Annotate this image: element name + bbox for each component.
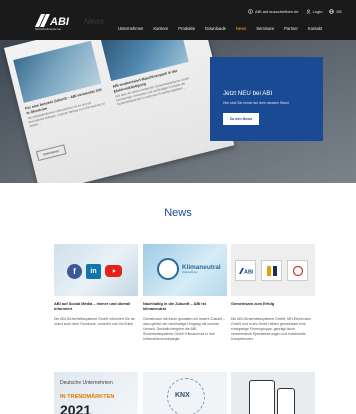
nav-item-seminare[interactable]: Seminare xyxy=(256,26,274,31)
m-tec-logo xyxy=(287,260,308,281)
svg-text:ABI: ABI xyxy=(244,269,253,274)
logo-subtitle: Sicherheitssysteme xyxy=(35,27,62,31)
hero-card-more-button: Weiterlesen xyxy=(35,144,67,162)
abi-logo-mark: ABI xyxy=(35,14,69,27)
promo-title: Jetzt NEU bei ABI xyxy=(223,90,273,97)
nav-item-unternehmen[interactable]: Unternehmen xyxy=(118,26,143,31)
svg-text:ABI: ABI xyxy=(49,16,69,27)
news-section-heading: News xyxy=(164,207,192,219)
partner-link[interactable]: ABI auf ausschreiben.de xyxy=(248,9,299,14)
award-line-2: IN TRENDMÄRKTEN xyxy=(60,394,115,400)
news-card-image[interactable]: ABI xyxy=(231,244,315,296)
nav-item-partner[interactable]: Partner xyxy=(284,26,298,31)
nav-item-downloads[interactable]: Downloads xyxy=(205,26,226,31)
user-icon xyxy=(306,9,311,14)
news-card-image[interactable]: KNX xyxy=(143,372,227,414)
linkedin-icon: in xyxy=(86,264,101,279)
top-utility-bar: ABI auf ausschreiben.de Login DE xyxy=(248,9,342,14)
tablet-device-icon xyxy=(249,380,275,414)
news-card-text: Gemeinsam mit Ihnen gestalten wir unsere… xyxy=(143,317,226,342)
globe-icon xyxy=(329,9,335,14)
main-navigation: Unternehmen Karriere Produkte Downloads … xyxy=(118,26,322,31)
mh-electronics-logo xyxy=(261,260,282,281)
abi-company-logo: ABI xyxy=(235,260,256,281)
company-logos-group: ABI xyxy=(235,260,308,281)
promo-subtitle: Hier sind Sie immer auf dem neusten Stan… xyxy=(223,101,290,105)
news-card-image[interactable]: Deutsche Unternehmen IN TRENDMÄRKTEN 202… xyxy=(54,372,138,414)
youtube-icon xyxy=(105,265,122,277)
phone-device-icon xyxy=(277,388,295,414)
to-news-button[interactable]: Zu den News xyxy=(223,113,259,125)
hero-banner: Für eine bessere Zukunft – ABI verwendet… xyxy=(0,40,356,183)
facebook-icon: f xyxy=(67,264,82,279)
news-card-image[interactable]: f in xyxy=(54,244,138,296)
klimaneutral-label: Klimaneutral xyxy=(182,264,221,271)
login-label: Login xyxy=(312,9,323,14)
klimaneutral-badge: Klimaneutral Unternehmen xyxy=(157,258,221,280)
language-switch[interactable]: DE xyxy=(329,9,342,14)
ghost-page-title: News xyxy=(84,17,105,26)
nav-item-news[interactable]: News xyxy=(236,26,246,31)
news-card-image[interactable]: Klimaneutral Unternehmen xyxy=(143,244,227,296)
abi-logo[interactable]: ABI Sicherheitssysteme xyxy=(35,14,79,36)
news-card-image[interactable] xyxy=(231,372,315,414)
social-icons-group: f in xyxy=(67,264,122,279)
award-year: 2021 xyxy=(60,402,92,414)
news-card-text: Die ABI-Sicherheitssysteme GmbH, MH-Elec… xyxy=(231,317,311,342)
news-card-title[interactable]: Gemeinsam zum Erfolg xyxy=(231,301,315,306)
info-icon xyxy=(248,9,253,14)
award-line-1: Deutsche Unternehmen xyxy=(60,380,113,386)
promo-box: Jetzt NEU bei ABI Hier sind Sie immer au… xyxy=(210,57,323,141)
partner-link-label: ABI auf ausschreiben.de xyxy=(255,9,299,14)
hero-news-board: Für eine bessere Zukunft – ABI verwendet… xyxy=(4,40,235,183)
login-link[interactable]: Login xyxy=(306,9,323,14)
news-card-text: Die ABI-Sicherheitssysteme GmbH informie… xyxy=(54,317,135,327)
language-label: DE xyxy=(336,9,342,14)
news-card-title[interactable]: Nachhaltig in die Zukunft – ABI ist klim… xyxy=(143,301,227,312)
knx-logo-text: KNX xyxy=(175,392,190,399)
nav-item-karriere[interactable]: Karriere xyxy=(153,26,168,31)
news-card-title[interactable]: ABI auf Social Media – immer und überall… xyxy=(54,301,138,312)
klimaneutral-sub: Unternehmen xyxy=(182,271,198,274)
klimaneutral-seal-icon xyxy=(157,258,179,280)
nav-item-kontakt[interactable]: Kontakt xyxy=(308,26,322,31)
site-header: ABI Sicherheitssysteme News ABI auf auss… xyxy=(0,0,356,40)
nav-item-produkte[interactable]: Produkte xyxy=(178,26,195,31)
